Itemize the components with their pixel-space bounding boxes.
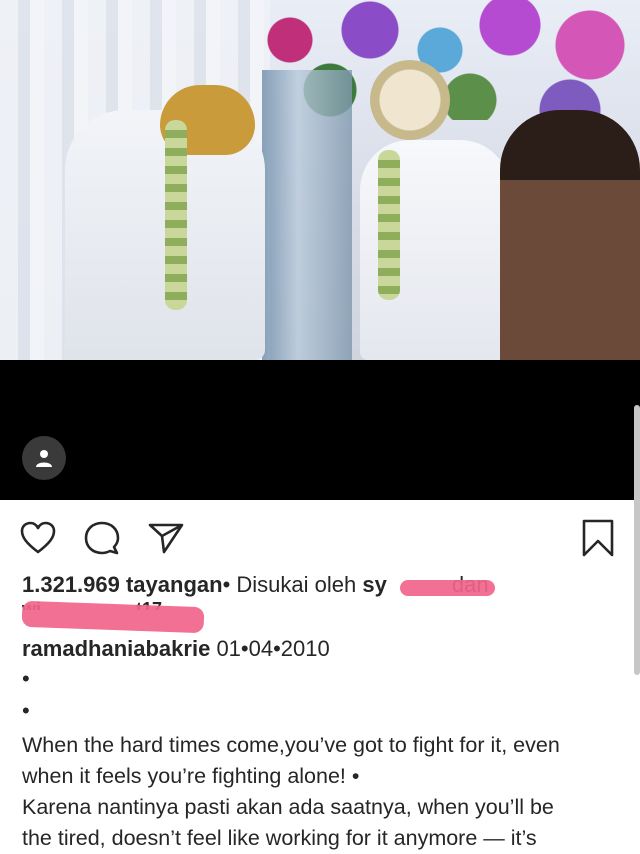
user-tag-button[interactable] — [22, 436, 66, 480]
liked-by-label: • Disukai oleh — [222, 572, 363, 597]
post-actions-bar — [0, 510, 640, 566]
bride-headpiece — [370, 60, 450, 140]
liked-by-user[interactable]: sy — [362, 572, 386, 597]
caption-bullet: • — [22, 666, 30, 691]
heart-icon — [20, 521, 56, 554]
caption-line: when it feels you’re fighting alone! • — [22, 764, 360, 788]
comment-icon — [84, 521, 120, 555]
post-caption: When the hard times come,you’ve got to f… — [22, 730, 622, 854]
bride-garland — [378, 150, 400, 300]
person-icon — [36, 450, 52, 467]
caption-line: Karena nantinya pasti akan ada saatnya, … — [22, 795, 554, 819]
comment-button[interactable] — [80, 516, 124, 560]
views-count[interactable]: 1.321.969 tayangan — [22, 572, 223, 597]
video-letterbox — [0, 360, 640, 500]
caption-header: ramadhaniabakrie 01•04•2010 — [22, 634, 330, 664]
post-username[interactable]: ramadhaniabakrie — [22, 636, 210, 661]
save-button[interactable] — [576, 516, 620, 560]
caption-line: the tired, doesn’t feel like working for… — [22, 826, 537, 850]
groom-garland — [165, 120, 187, 310]
caption-line: When the hard times come,you’ve got to f… — [22, 733, 560, 757]
post-video[interactable] — [0, 0, 640, 500]
redaction-mark — [21, 600, 205, 634]
redaction-mark — [400, 580, 495, 596]
decorated-pillar — [262, 70, 352, 360]
bookmark-icon — [582, 519, 614, 557]
post-date: 01•04•2010 — [216, 636, 330, 661]
share-button[interactable] — [144, 516, 188, 560]
caption-bullet: • — [22, 698, 30, 723]
attendant-figure — [500, 110, 640, 360]
send-icon — [148, 523, 184, 554]
video-frame — [0, 0, 640, 360]
like-button[interactable] — [16, 516, 60, 560]
scrollbar-thumb[interactable] — [634, 405, 640, 675]
